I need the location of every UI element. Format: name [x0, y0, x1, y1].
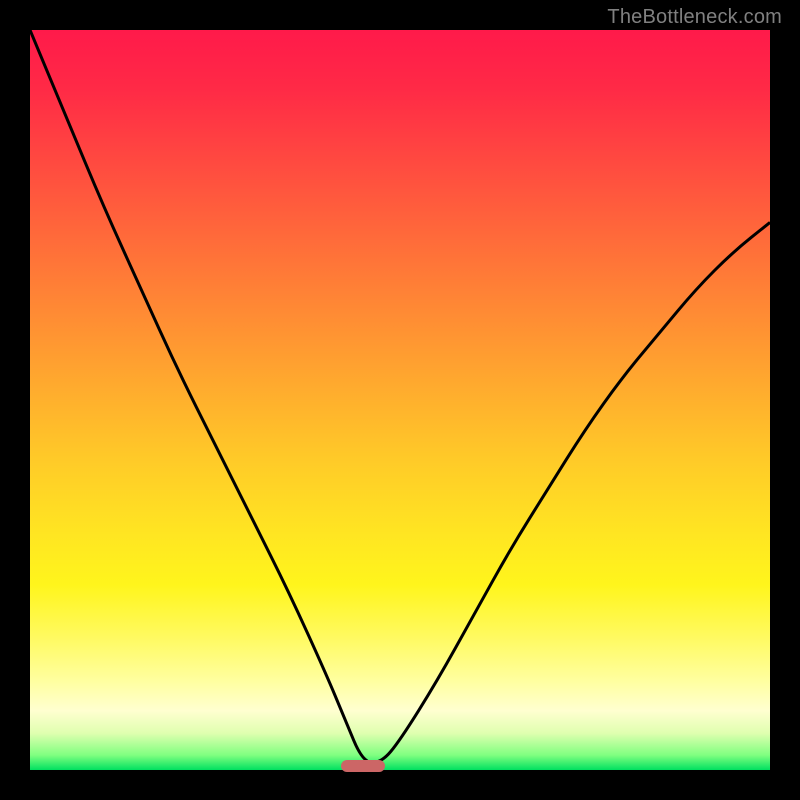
- chart-frame: TheBottleneck.com: [0, 0, 800, 800]
- curve-layer: [30, 30, 770, 770]
- bottleneck-curve: [30, 30, 770, 763]
- watermark-text: TheBottleneck.com: [607, 6, 782, 29]
- minimum-marker: [341, 760, 385, 772]
